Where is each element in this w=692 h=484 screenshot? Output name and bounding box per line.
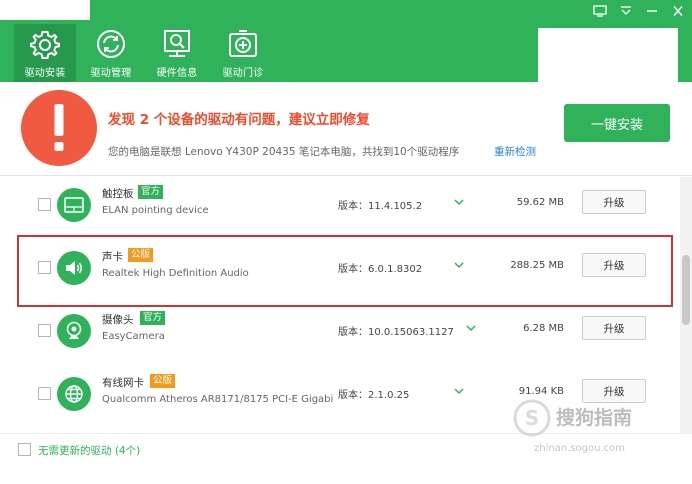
- driver-description: EasyCamera: [102, 331, 165, 342]
- no-update-drivers-toggle[interactable]: 无需更新的驱动 (4个): [38, 443, 140, 458]
- gear-icon: [30, 31, 60, 59]
- driver-size: 288.25 MB: [510, 260, 564, 271]
- tab-hardware-info-label: 硬件信息: [156, 68, 198, 79]
- one-click-install-button[interactable]: 一键安装: [564, 104, 670, 142]
- public-badge: 公版: [128, 248, 154, 262]
- upgrade-button[interactable]: 升级: [582, 379, 646, 403]
- main-nav: 驱动安装 驱动管理 硬件信息 驱动门诊: [14, 24, 274, 82]
- chevron-down-icon[interactable]: [464, 323, 478, 333]
- menu-icon[interactable]: [616, 3, 636, 19]
- watermark-text: 搜狗指南: [556, 407, 633, 429]
- close-icon[interactable]: [668, 3, 688, 19]
- tab-driver-clinic[interactable]: 驱动门诊: [212, 24, 274, 82]
- scrollbar-thumb[interactable]: [682, 255, 690, 325]
- upgrade-button[interactable]: 升级: [582, 316, 646, 340]
- footer-bar: 无需更新的驱动 (4个): [0, 433, 692, 484]
- tab-driver-manage-label: 驱动管理: [90, 68, 132, 79]
- globe-icon: [57, 377, 91, 411]
- driver-name: 有线网卡: [102, 377, 144, 389]
- tab-hardware-info[interactable]: 硬件信息: [146, 24, 208, 82]
- speaker-icon: [57, 251, 91, 285]
- window-controls: [590, 3, 688, 19]
- driver-description: ELAN pointing device: [102, 205, 209, 216]
- exclamation-icon: [21, 90, 97, 166]
- chevron-down-icon[interactable]: [452, 197, 466, 207]
- driver-size: 91.94 KB: [518, 386, 564, 397]
- driver-version: 版本：11.4.105.2: [338, 201, 423, 212]
- driver-row-camera: 摄像头 官方 EasyCamera 版本：10.0.15063.1127 6.2…: [0, 301, 680, 363]
- public-badge: 公版: [150, 374, 176, 388]
- driver-description: Qualcomm Atheros AR8171/8175 PCI-E Gigab…: [102, 394, 334, 405]
- driver-name: 摄像头: [102, 314, 134, 326]
- sogou-logo-icon: S: [513, 399, 551, 437]
- medical-kit-icon: [229, 30, 257, 57]
- driver-version: 版本：2.1.0.25: [338, 390, 410, 401]
- no-update-checkbox[interactable]: [18, 443, 31, 456]
- alert-panel: 发现 2 个设备的驱动有问题，建议立即修复 您的电脑是联想 Lenovo Y43…: [0, 82, 692, 176]
- official-badge: 官方: [140, 311, 166, 325]
- refresh-icon: [97, 30, 125, 58]
- driver-version: 版本：6.0.1.8302: [338, 264, 423, 275]
- official-badge: 官方: [138, 185, 164, 199]
- driver-size: 6.28 MB: [523, 323, 564, 334]
- driver-size: 59.62 MB: [516, 197, 564, 208]
- minimize-icon[interactable]: [642, 3, 662, 19]
- driver-row-touchpad: 触控板 官方 ELAN pointing device 版本：11.4.105.…: [0, 177, 680, 237]
- touchpad-icon: [57, 188, 91, 222]
- driver-description: Realtek High Definition Audio: [102, 268, 249, 279]
- watermark-url: zhinan.sogou.com: [534, 443, 626, 454]
- driver-checkbox[interactable]: [38, 198, 51, 211]
- tab-driver-clinic-label: 驱动门诊: [222, 68, 264, 79]
- svg-text:S: S: [525, 406, 539, 430]
- chevron-down-icon[interactable]: [452, 260, 466, 270]
- chevron-down-icon[interactable]: [452, 386, 466, 396]
- upgrade-button[interactable]: 升级: [582, 253, 646, 277]
- tab-driver-install-label: 驱动安装: [24, 68, 66, 79]
- upgrade-button[interactable]: 升级: [582, 190, 646, 214]
- tab-driver-manage[interactable]: 驱动管理: [80, 24, 142, 82]
- driver-name: 触控板: [102, 188, 134, 200]
- app-header: 驱动安装 驱动管理 硬件信息 驱动门诊: [0, 0, 692, 82]
- driver-checkbox[interactable]: [38, 324, 51, 337]
- driver-name: 声卡: [102, 251, 123, 263]
- feedback-icon[interactable]: [590, 3, 610, 19]
- camera-icon: [57, 314, 91, 348]
- rescan-link[interactable]: 重新检测: [494, 144, 536, 159]
- driver-checkbox[interactable]: [38, 261, 51, 274]
- driver-list: 触控板 官方 ELAN pointing device 版本：11.4.105.…: [0, 177, 680, 433]
- header-banner-area: [538, 28, 678, 82]
- driver-version: 版本：10.0.15063.1127: [338, 327, 454, 338]
- alert-title: 发现 2 个设备的驱动有问题，建议立即修复: [108, 112, 370, 128]
- search-monitor-icon: [164, 30, 190, 57]
- app-title-area: [0, 0, 90, 20]
- alert-subtitle: 您的电脑是联想 Lenovo Y430P 20435 笔记本电脑，共找到10个驱…: [108, 146, 460, 158]
- driver-row-soundcard: 声卡 公版 Realtek High Definition Audio 版本：6…: [0, 235, 680, 307]
- tab-driver-install[interactable]: 驱动安装: [14, 24, 76, 82]
- driver-checkbox[interactable]: [38, 387, 51, 400]
